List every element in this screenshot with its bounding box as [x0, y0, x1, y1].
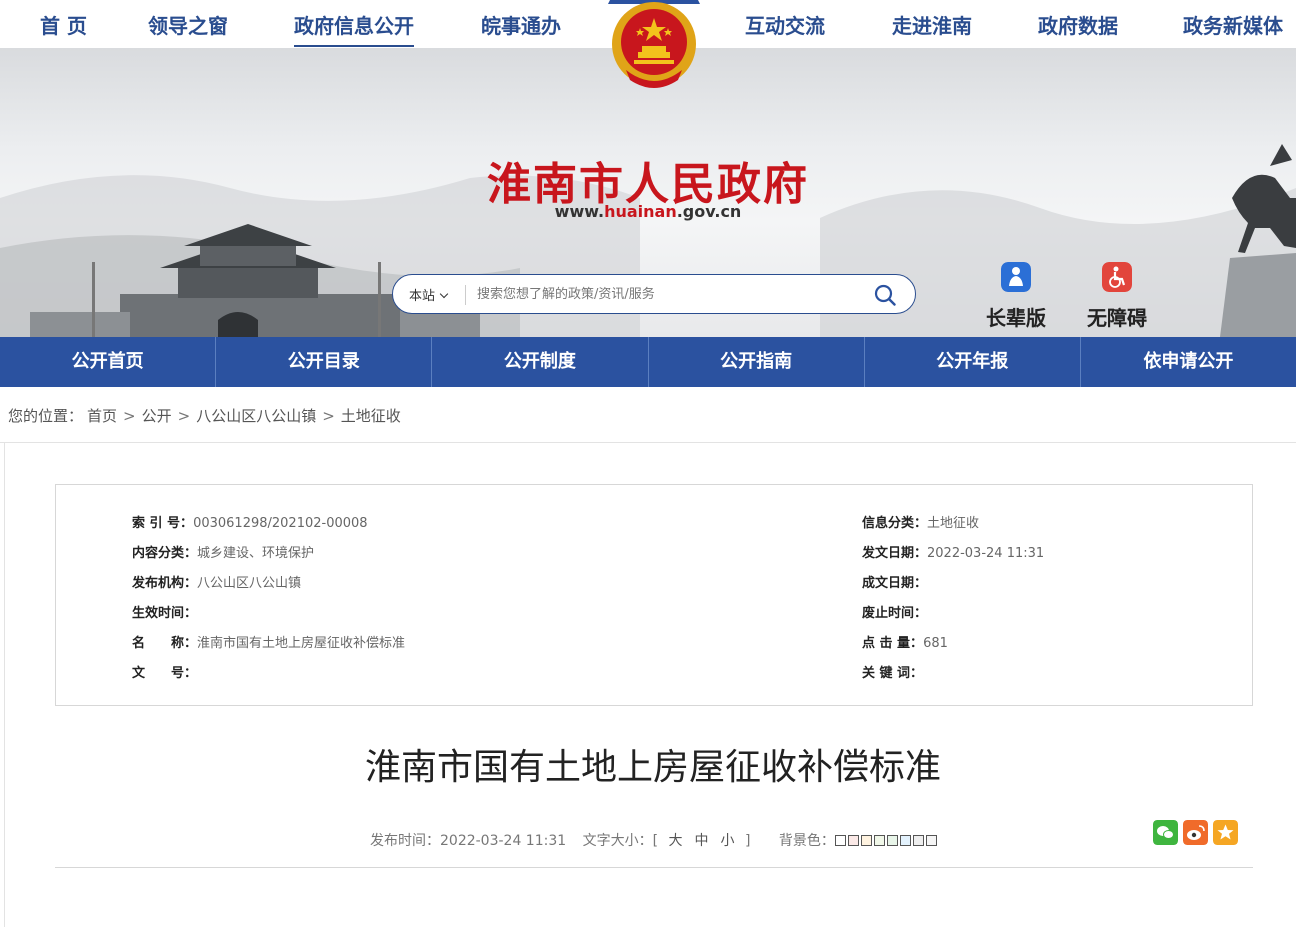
breadcrumb: 您的位置： 首页 > 公开 > 八公山区八公山镇 > 土地征收	[8, 405, 401, 426]
meta-value: 城乡建设、环境保护	[197, 546, 315, 561]
meta-name: 名 称：淮南市国有土地上房屋征收补偿标准	[132, 632, 405, 651]
nav-about-huainan[interactable]: 走进淮南	[892, 10, 972, 39]
meta-label: 废止时间：	[862, 606, 928, 621]
meta-value: 003061298/202102-00008	[193, 516, 368, 531]
nav-services[interactable]: 皖事通办	[481, 10, 561, 39]
publish-time-label: 发布时间：	[370, 833, 440, 849]
elder-icon	[1001, 262, 1031, 292]
url-suffix: .gov.cn	[676, 202, 742, 221]
accessibility-label: 无障碍	[1087, 306, 1147, 330]
url-highlight: huainan	[604, 202, 677, 221]
search-divider	[465, 285, 466, 305]
elder-version-button[interactable]: 长辈版	[976, 262, 1056, 331]
font-size-large-button[interactable]: 大	[669, 833, 683, 849]
search-input[interactable]	[477, 283, 857, 305]
meta-label: 发布机构：	[132, 576, 198, 591]
meta-label: 信息分类：	[862, 516, 928, 531]
background-color-swatch[interactable]	[925, 835, 937, 846]
meta-abolish-time: 废止时间：	[862, 602, 927, 621]
meta-label: 成文日期：	[862, 576, 928, 591]
font-size-medium-button[interactable]: 中	[695, 833, 709, 849]
disclosure-nav-guide[interactable]: 公开指南	[649, 337, 865, 387]
favorite-star-icon[interactable]	[1213, 820, 1238, 845]
publish-time: 2022-03-24 11:31	[440, 833, 567, 849]
url-prefix: www.	[554, 202, 605, 221]
breadcrumb-separator: >	[322, 407, 335, 425]
meta-publisher: 发布机构：八公山区八公山镇	[132, 572, 301, 591]
nav-gov-data[interactable]: 政府数据	[1038, 10, 1118, 39]
meta-clicks: 点 击 量：681	[862, 632, 948, 651]
wechat-share-icon[interactable]	[1153, 820, 1178, 845]
nav-leaders[interactable]: 领导之窗	[148, 10, 228, 39]
meta-info-class: 信息分类：土地征收	[862, 512, 979, 531]
background-color-swatch[interactable]	[860, 835, 872, 846]
meta-doc-no: 文 号：	[132, 662, 197, 681]
national-emblem-icon	[608, 0, 700, 88]
meta-value: 681	[923, 636, 948, 651]
font-size-small-button[interactable]: 小	[721, 833, 735, 849]
disclosure-navigation: 公开首页 公开目录 公开制度 公开指南 公开年报 依申请公开	[0, 337, 1296, 387]
background-color-swatches	[834, 833, 939, 849]
chevron-down-icon	[439, 289, 449, 299]
wheelchair-icon	[1102, 262, 1132, 292]
breadcrumb-town[interactable]: 八公山区八公山镇	[196, 407, 316, 425]
background-color-swatch[interactable]	[886, 835, 898, 846]
background-color-swatch[interactable]	[873, 835, 885, 846]
meta-issue-date: 发文日期：2022-03-24 11:31	[862, 542, 1044, 561]
search-box: 本站	[392, 274, 916, 314]
background-color-swatch[interactable]	[899, 835, 911, 846]
search-icon[interactable]	[873, 283, 897, 307]
disclosure-nav-catalog[interactable]: 公开目录	[216, 337, 433, 387]
site-url[interactable]: www.huainan.gov.cn	[0, 202, 1296, 221]
nav-interaction[interactable]: 互动交流	[745, 10, 825, 39]
breadcrumb-separator: >	[123, 407, 136, 425]
breadcrumb-land-acquisition[interactable]: 土地征收	[341, 407, 401, 425]
nav-gov-info-public[interactable]: 政府信息公开	[294, 10, 414, 47]
breadcrumb-home[interactable]: 首页	[87, 407, 117, 425]
breadcrumb-prefix: 您的位置：	[8, 407, 84, 425]
meta-label: 点 击 量：	[862, 636, 924, 651]
breadcrumb-separator: >	[177, 407, 191, 425]
article-title: 淮南市国有土地上房屋征收补偿标准	[364, 747, 941, 788]
article-divider	[55, 867, 1253, 868]
search-scope-select[interactable]: 本站	[409, 285, 449, 304]
font-size-label: 文字大小：[	[582, 833, 659, 849]
breadcrumb-public[interactable]: 公开	[142, 407, 172, 425]
content-left-border	[4, 442, 5, 927]
meta-value: 淮南市国有土地上房屋征收补偿标准	[197, 636, 406, 651]
meta-label: 索 引 号：	[132, 516, 194, 531]
disclosure-nav-system[interactable]: 公开制度	[432, 337, 649, 387]
meta-value: 2022-03-24 11:31	[927, 546, 1045, 561]
meta-category: 内容分类：城乡建设、环境保护	[132, 542, 314, 561]
meta-value: 八公山区八公山镇	[197, 576, 302, 591]
meta-label: 关 键 词：	[862, 666, 924, 681]
background-color-label: 背景色：	[778, 833, 835, 849]
meta-index-no: 索 引 号：003061298/202102-00008	[132, 512, 368, 531]
nav-new-media[interactable]: 政务新媒体	[1183, 10, 1283, 39]
meta-label: 内容分类：	[132, 546, 198, 561]
article-info-bar: 发布时间：2022-03-24 11:31 文字大小：[ 大中小 ] 背景色：	[370, 830, 939, 850]
meta-label: 生效时间：	[132, 606, 198, 621]
meta-effective-time: 生效时间：	[132, 602, 197, 621]
nav-home[interactable]: 首 页	[40, 10, 87, 39]
background-color-swatch[interactable]	[912, 835, 924, 846]
meta-label: 发文日期：	[862, 546, 928, 561]
meta-value: 土地征收	[927, 516, 980, 531]
disclosure-nav-home[interactable]: 公开首页	[0, 337, 217, 387]
background-color-swatch[interactable]	[847, 835, 859, 846]
meta-label: 文 号：	[132, 666, 198, 681]
font-size-end: ]	[745, 833, 751, 849]
disclosure-nav-request[interactable]: 依申请公开	[1081, 337, 1296, 387]
meta-keywords: 关 键 词：	[862, 662, 923, 681]
weibo-share-icon[interactable]	[1183, 820, 1208, 845]
meta-written-date: 成文日期：	[862, 572, 927, 591]
disclosure-nav-annual-report[interactable]: 公开年报	[865, 337, 1081, 387]
meta-label: 名 称：	[132, 636, 198, 651]
search-scope-label: 本站	[409, 289, 436, 304]
document-metadata-box: 索 引 号：003061298/202102-00008 内容分类：城乡建设、环…	[55, 484, 1253, 706]
elder-version-label: 长辈版	[986, 306, 1046, 330]
background-color-swatch[interactable]	[834, 835, 846, 846]
accessibility-button[interactable]: 无障碍	[1077, 262, 1157, 331]
breadcrumb-divider	[0, 442, 1296, 443]
